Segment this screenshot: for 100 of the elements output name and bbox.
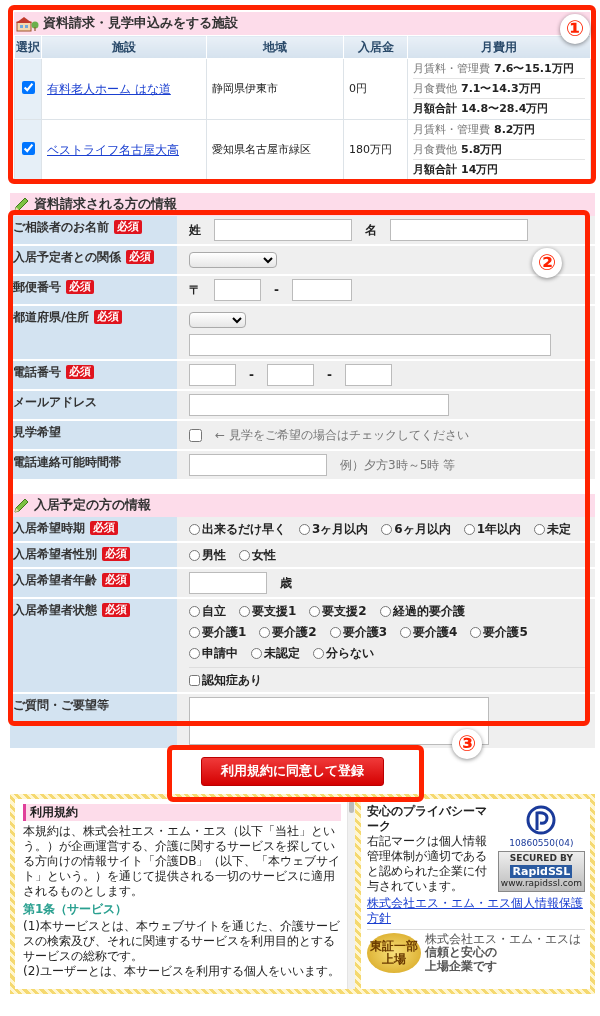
terms-paragraph: 本規約は、株式会社エス・エム・エス（以下「当社」という。）が企画運営する、介護に関するサービスを探している方向けの情報サイト「介護DB」（以下、「本ウェブサイト」という。）を通じて提供される一切のサービスに適用されるものとします。 (23, 824, 341, 899)
radio-option[interactable]: 要支援2 (309, 603, 367, 619)
text-field[interactable] (344, 364, 392, 386)
checkbox-option[interactable]: 認知症あり (189, 673, 262, 688)
required-badge: 必須 (94, 310, 123, 324)
scrollbar[interactable] (347, 799, 355, 989)
field-label: 入居希望者状態 (13, 603, 97, 618)
text-field[interactable] (214, 219, 352, 241)
radio-option[interactable]: 6ヶ月以内 (381, 521, 451, 537)
terms-title: 利用規約 (23, 804, 341, 821)
text-field[interactable] (189, 572, 267, 594)
radio-button[interactable] (381, 523, 393, 535)
radio-option[interactable]: 要介護3 (329, 624, 388, 640)
text-field[interactable] (189, 364, 236, 386)
column-header: 選択 (14, 35, 42, 59)
fee-value: 8.2万円 (494, 122, 536, 137)
text-field[interactable] (189, 394, 449, 416)
field-label: 入居希望時期 (13, 521, 85, 536)
fee-label: 月額合計 (413, 163, 457, 177)
field-label: - (327, 367, 332, 383)
field-label: ご相談者のお名前 (13, 220, 109, 235)
field-label: 入居希望者性別 (13, 547, 97, 562)
radio-option[interactable]: 未認定 (251, 645, 300, 661)
column-header: 施設 (41, 35, 207, 59)
annotation-number: ③ (452, 729, 482, 759)
medal-text: 上場 (382, 953, 406, 967)
article-heading: 第1条（サービス） (23, 902, 129, 917)
radio-button[interactable] (259, 626, 271, 638)
radio-button[interactable] (309, 605, 321, 617)
text-field[interactable] (189, 454, 327, 476)
radio-option[interactable]: 要介護1 (189, 624, 247, 640)
radio-button[interactable] (189, 523, 200, 535)
medal-text: 東証一部 (370, 939, 418, 953)
text-field[interactable] (292, 279, 352, 301)
radio-button[interactable] (534, 523, 546, 535)
radio-button[interactable] (329, 626, 341, 638)
radio-option[interactable]: 出来るだけ早く (189, 521, 286, 537)
area-text: 愛知県名古屋市緑区 (212, 143, 311, 157)
fee-value: 5.8万円 (461, 142, 503, 157)
radio-option[interactable]: 分らない (313, 645, 374, 661)
radio-button[interactable] (189, 647, 200, 659)
radio-option[interactable]: 男性 (189, 547, 226, 563)
checkbox[interactable] (21, 80, 35, 94)
required-badge: 必須 (102, 603, 130, 617)
radio-option[interactable]: 女性 (239, 547, 276, 563)
fee-value: 7.1〜14.3万円 (461, 81, 541, 96)
fee-label: 月賃料・管理費 (413, 122, 490, 137)
text-field[interactable] (189, 334, 551, 356)
privacy-policy-link[interactable]: 株式会社エス・エム・エス個人情報保護方針 (367, 896, 585, 926)
column-header: 地域 (206, 35, 344, 59)
fee-label: 月食費他 (413, 142, 457, 157)
text-field[interactable] (214, 279, 261, 301)
privacy-title: 安心のプライバシーマーク (367, 804, 488, 834)
text-field[interactable] (267, 364, 314, 386)
radio-button[interactable] (313, 647, 324, 659)
section-title: 入居予定の方の情報 (34, 497, 151, 514)
radio-option[interactable]: 経過的要介護 (379, 603, 465, 619)
required-badge: 必須 (102, 547, 130, 561)
radio-option[interactable]: 要介護5 (470, 624, 528, 640)
field-label: 都道府県/住所 (13, 310, 90, 325)
submit-button[interactable]: 利用規約に同意して登録 (201, 757, 384, 786)
radio-option[interactable]: 3ヶ月以内 (299, 521, 369, 537)
radio-button[interactable] (189, 549, 200, 561)
radio-button[interactable] (189, 605, 200, 617)
radio-button[interactable] (189, 626, 200, 638)
required-badge: 必須 (126, 250, 154, 264)
dropdown[interactable] (189, 312, 246, 328)
required-badge: 必須 (114, 220, 142, 234)
checkbox[interactable] (189, 428, 202, 442)
radio-button[interactable] (470, 626, 482, 638)
radio-button[interactable] (239, 605, 250, 617)
fee-value: 14.8〜28.4万円 (461, 102, 549, 116)
radio-button[interactable] (239, 549, 250, 561)
radio-option[interactable]: 1年以内 (463, 521, 522, 537)
field-label: 電話連絡可能時間帯 (13, 455, 121, 470)
section-title: 資料請求・見学申込みをする施設 (43, 15, 238, 32)
radio-button[interactable] (400, 626, 412, 638)
radio-option[interactable]: 要介護4 (400, 624, 458, 640)
radio-option[interactable]: 未定 (534, 521, 572, 537)
field-label: - (249, 367, 254, 383)
fee-label: 月額合計 (413, 102, 457, 116)
radio-button[interactable] (299, 523, 310, 535)
field-label: 〒 (189, 282, 201, 298)
checkbox[interactable] (21, 141, 35, 155)
field-label: 入居希望者年齢 (13, 573, 97, 588)
radio-option[interactable]: 自立 (189, 603, 226, 619)
radio-option[interactable]: 要介護2 (259, 624, 317, 640)
facility-link[interactable]: 有料老人ホーム はな道 (47, 81, 171, 96)
radio-option[interactable]: 申請中 (189, 645, 238, 661)
radio-button[interactable] (379, 605, 391, 617)
field-label: ご質問・ご要望等 (13, 698, 109, 713)
checkbox[interactable] (189, 675, 200, 686)
field-label: - (274, 282, 279, 298)
radio-option[interactable]: 要支援1 (239, 603, 297, 619)
field-label: 歳 (280, 575, 292, 591)
radio-button[interactable] (463, 523, 475, 535)
radio-button[interactable] (251, 647, 262, 659)
text-field[interactable] (390, 219, 528, 241)
badge-text: RapidSSL (510, 864, 573, 879)
facility-link[interactable]: ベストライフ名古屋大高 (47, 142, 179, 157)
